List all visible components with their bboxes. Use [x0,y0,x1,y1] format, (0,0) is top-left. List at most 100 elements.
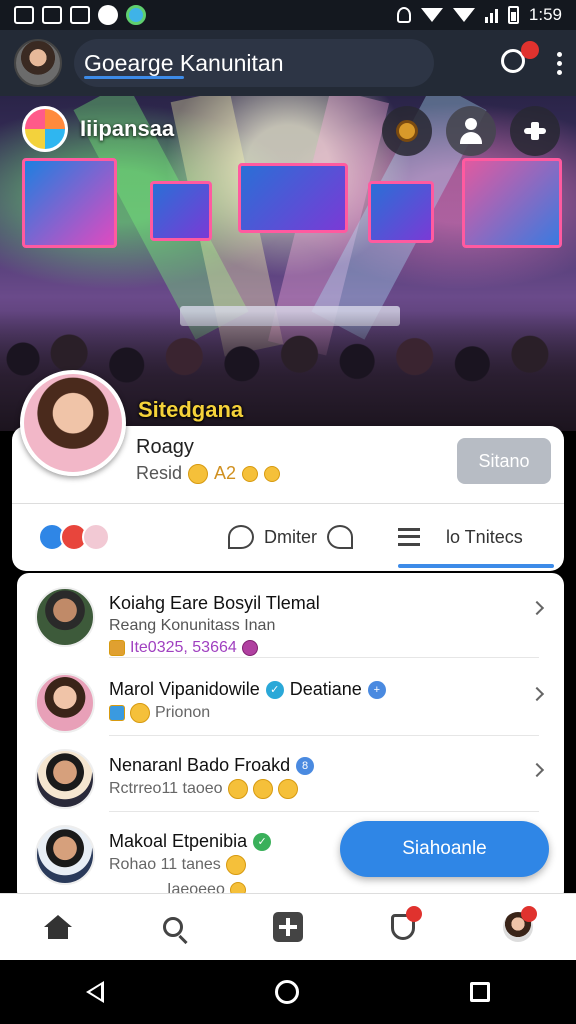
emoji-icon [242,465,259,482]
clock: 1:59 [528,5,562,24]
member-meta: Rohao 11 tanes [109,855,246,875]
comment-action[interactable]: Dmiter [228,525,353,549]
follow-button[interactable]: Sitano [457,438,551,484]
badge-icon [241,640,258,656]
list-tab-label: lo Tnitecs [446,526,523,547]
group-badge-icon: 8 [296,756,315,775]
person-icon [458,118,484,144]
bottom-navigation [0,893,576,960]
member-meta: Ite0325, 53664 [109,639,258,657]
wall-screen-left [22,158,117,248]
active-tab-indicator [398,564,554,568]
notifications-button[interactable] [501,41,539,77]
search-icon [162,917,183,937]
app-notification-icon [98,5,118,25]
member-name: Makoal Etpenibia ✓ [109,831,272,852]
row-divider [109,657,539,658]
home-button-icon[interactable] [274,980,299,1004]
card-divider [12,503,564,504]
member-meta: Prionon [109,703,210,723]
verified-icon: ✓ [265,680,284,699]
back-icon[interactable] [85,981,104,1003]
member-name: Marol Vipanidowile ✓ Deatiane + [109,679,386,700]
home-icon [43,915,72,939]
stage-screen [238,163,348,233]
nav-search[interactable] [148,902,198,952]
more-options-button[interactable] [557,51,562,75]
wifi-icon [420,8,443,22]
member-subtitle: Reang Konunitass Inan [109,617,276,634]
chevron-right-icon [529,762,545,778]
comment-icon [228,525,254,549]
battery-icon [507,6,519,24]
nav-create[interactable] [263,902,313,952]
camera-notification-icon [70,6,90,24]
smile-emoji-icon [188,463,209,484]
system-navigation [0,960,576,1024]
profile-meta: Resid A2 [136,463,281,484]
search-bar[interactable]: Goearge Kanunitan [74,39,434,87]
mascot-button[interactable] [382,106,432,156]
plane-icon [524,122,546,140]
profile-name: Roagy [136,436,194,458]
join-button[interactable]: Siahoanle [340,821,549,877]
profile-button[interactable] [446,106,496,156]
member-name: Nenaranl Bado Froakd 8 [109,755,315,776]
notification-badge [521,41,539,59]
profile-handle: Sitedgana [138,397,244,422]
member-avatar [35,587,95,647]
image-notification-icon [14,6,34,24]
list-item[interactable]: Koiahg Eare Bosyil Tlemal Reang Konunita… [17,577,564,657]
app-header: Goearge Kanunitan [0,30,576,96]
wifi-strong-icon [452,8,475,22]
list-item[interactable]: Marol Vipanidowile ✓ Deatiane + Prionon [17,663,564,743]
status-bar: 1:59 [0,0,576,30]
row-divider [109,811,539,812]
member-name: Koiahg Eare Bosyil Tlemal [109,593,320,613]
plus-badge-icon: + [367,680,386,699]
add-icon [272,912,303,942]
chat-icon [327,525,353,549]
care-reaction-icon [82,523,110,551]
side-screen-left [150,181,212,241]
chevron-right-icon [529,686,545,702]
wall-screen-right [462,158,562,248]
profile-avatar[interactable] [20,370,126,476]
row-divider [109,735,539,736]
image-icon [109,705,125,721]
nav-profile[interactable] [493,902,543,952]
search-underline [84,76,184,79]
chevron-right-icon [529,600,545,616]
side-screen-right [368,181,434,243]
share-button[interactable] [510,106,560,156]
smile-emoji-icon [225,855,246,875]
emoji-icon-2 [264,465,281,482]
comment-label: Dmiter [264,526,317,547]
trophy-icon [109,640,125,656]
list-icon [398,528,420,546]
nav-notification-badge [406,906,423,922]
action-row: Dmiter lo Tnitecs [12,506,564,568]
reactions[interactable] [38,523,110,551]
group-logo[interactable] [22,106,68,152]
gallery-notification-icon [42,6,62,24]
member-avatar [35,673,95,733]
search-text: Goearge Kanunitan [84,49,284,76]
list-tab[interactable]: lo Tnitecs [398,527,523,548]
signal-icon [484,7,498,23]
user-avatar[interactable] [14,39,62,87]
laugh-emoji-icon [252,779,273,799]
member-meta: Rctrreo11 taoeo [109,779,298,799]
smile-emoji-icon [130,703,150,723]
recent-apps-icon[interactable] [470,982,491,1002]
vibrate-icon [396,7,411,23]
verified-green-icon: ✓ [253,832,272,851]
lion-icon [396,120,418,142]
happy-emoji-icon [277,779,298,799]
nav-home[interactable] [33,902,83,952]
group-name: Iiipansaa [80,116,175,141]
member-avatar [35,749,95,809]
list-item[interactable]: Nenaranl Bado Froakd 8 Rctrreo11 taoeo [17,739,564,819]
nav-notifications[interactable] [378,902,428,952]
smile-emoji-icon [227,779,248,799]
